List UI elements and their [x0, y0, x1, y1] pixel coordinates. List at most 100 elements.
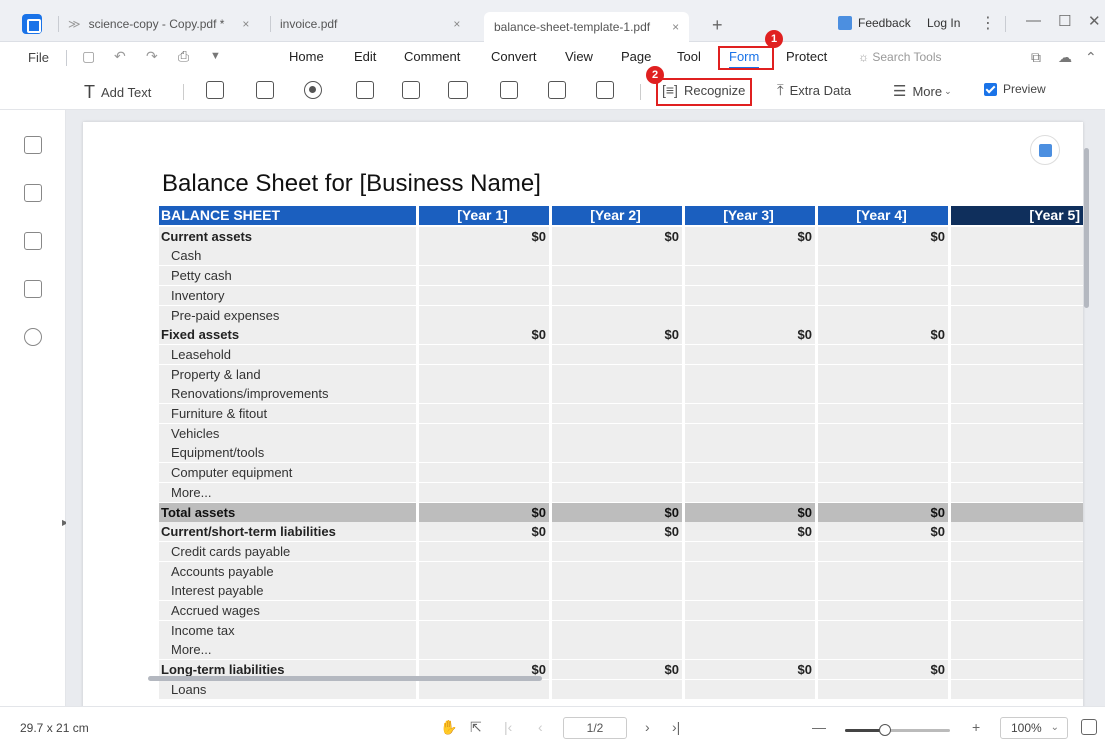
preview-toggle[interactable]: Preview [984, 82, 1046, 96]
comment-icon[interactable] [24, 232, 42, 250]
combo-box-icon[interactable] [356, 81, 374, 99]
table-row: Credit cards payable [159, 541, 1083, 561]
value-cell: $0 [419, 522, 549, 542]
table-row: Accounts payable [159, 561, 1083, 581]
zoom-slider-handle[interactable] [878, 724, 891, 736]
row-label-cell: Computer equipment [159, 463, 416, 483]
minimize-button[interactable]: — [1026, 12, 1041, 29]
new-tab-button[interactable]: + [712, 15, 723, 36]
value-cell [818, 344, 948, 364]
thumbnails-icon[interactable] [24, 136, 42, 154]
separator [58, 16, 59, 32]
more-dropdown-button[interactable]: ☰ More ⌄ [893, 82, 952, 100]
attachment-icon[interactable] [24, 280, 42, 298]
close-tab-icon[interactable]: × [672, 20, 679, 34]
tab-science-copy[interactable]: ≫ science-copy - Copy.pdf * × [68, 11, 249, 37]
add-text-button[interactable]: T Add Text [84, 82, 151, 103]
page-number-input[interactable]: 1/2 [563, 717, 627, 739]
open-external-icon[interactable]: ⧉ [1031, 49, 1041, 66]
next-page-icon[interactable]: › [645, 719, 650, 735]
image-field-icon[interactable] [500, 81, 518, 99]
fit-page-icon[interactable] [1081, 719, 1097, 735]
table-row: More... [159, 640, 1083, 660]
horizontal-scrollbar[interactable] [148, 676, 542, 681]
zoom-out-icon[interactable]: — [812, 719, 826, 735]
value-cell: $0 [685, 522, 815, 542]
more-options-icon[interactable]: ⋮ [980, 13, 996, 33]
button-field-icon[interactable] [448, 81, 468, 99]
date-field-icon[interactable] [596, 81, 614, 99]
list-box-icon[interactable] [402, 81, 420, 99]
previous-page-icon[interactable]: ‹ [538, 719, 543, 735]
close-tab-icon[interactable]: × [242, 17, 249, 31]
value-cell [419, 601, 549, 620]
checkbox-icon[interactable] [256, 81, 274, 99]
menu-convert[interactable]: Convert [491, 49, 537, 64]
zoom-in-icon[interactable]: + [972, 719, 980, 735]
table-row: More... [159, 482, 1083, 502]
select-tool-icon[interactable]: ⇱ [470, 719, 482, 736]
value-cell: $0 [818, 502, 948, 522]
value-cell [552, 561, 682, 581]
document-viewport[interactable]: Balance Sheet for [Business Name] BALANC… [66, 110, 1105, 706]
value-cell [685, 384, 815, 404]
zoom-slider[interactable] [845, 724, 950, 736]
separator [183, 84, 184, 100]
value-cell [685, 541, 815, 561]
tab-balance-sheet[interactable]: balance-sheet-template-1.pdf × [484, 12, 690, 42]
signature-field-icon[interactable] [548, 81, 566, 99]
cloud-upload-icon[interactable]: ☁ [1058, 49, 1072, 66]
feedback-button[interactable]: Feedback [838, 16, 911, 30]
table-row: Inventory [159, 285, 1083, 305]
customize-dropdown-icon[interactable]: ▼ [210, 50, 221, 62]
search-tools[interactable]: ☼ Search Tools [858, 50, 942, 64]
row-label-cell: Accounts payable [159, 561, 416, 581]
menu-view[interactable]: View [565, 49, 593, 64]
menu-file[interactable]: File [28, 50, 49, 65]
search-icon[interactable] [24, 328, 42, 346]
app-logo-icon[interactable] [22, 14, 42, 34]
redo-icon[interactable]: ↷ [146, 48, 158, 65]
menu-home[interactable]: Home [289, 49, 324, 64]
chevron-down-icon: ⌄ [944, 85, 952, 96]
value-cell [951, 285, 1083, 305]
menu-comment[interactable]: Comment [404, 49, 460, 64]
vertical-scrollbar[interactable] [1084, 148, 1089, 308]
maximize-button[interactable]: ☐ [1058, 12, 1071, 30]
print-icon[interactable]: ⎙ [178, 48, 189, 65]
menu-protect[interactable]: Protect [786, 49, 827, 64]
tab-invoice[interactable]: invoice.pdf × [280, 11, 460, 37]
table-header-cell: [Year 3] [685, 206, 815, 225]
table-header-cell: [Year 1] [419, 206, 549, 225]
value-cell [951, 640, 1083, 660]
text-icon: T [84, 82, 95, 102]
radio-button-icon[interactable] [304, 81, 322, 99]
close-window-button[interactable]: ✕ [1088, 12, 1101, 30]
convert-to-word-icon[interactable] [1030, 135, 1060, 165]
step-badge-2: 2 [646, 66, 664, 84]
extra-data-button[interactable]: ⤒ Extra Data [777, 82, 851, 99]
preview-checkbox[interactable] [984, 82, 997, 96]
bookmark-icon[interactable] [24, 184, 42, 202]
table-row: Current/short-term liabilities $0 $0 $0 $0 [159, 522, 1083, 542]
last-page-icon[interactable]: ›| [672, 719, 680, 735]
menu-page[interactable]: Page [621, 49, 651, 64]
value-cell [552, 285, 682, 305]
value-cell [951, 404, 1083, 423]
value-cell [419, 246, 549, 266]
undo-icon[interactable]: ↶ [114, 48, 126, 65]
save-icon[interactable]: ▢ [82, 48, 95, 65]
login-button[interactable]: Log In [927, 16, 960, 30]
value-cell [951, 226, 1083, 246]
lightbulb-icon: ☼ [858, 50, 873, 64]
menu-edit[interactable]: Edit [354, 49, 376, 64]
chevron-down-icon: ≫ [68, 17, 81, 31]
hand-tool-icon[interactable]: ✋ [440, 719, 457, 736]
collapse-ribbon-icon[interactable]: ⌃ [1085, 49, 1097, 66]
close-tab-icon[interactable]: × [453, 17, 460, 31]
first-page-icon[interactable]: |‹ [504, 719, 512, 735]
zoom-level-select[interactable]: 100% ⌄ [1000, 717, 1068, 739]
value-cell [951, 561, 1083, 581]
text-field-icon[interactable] [206, 81, 224, 99]
menu-tool[interactable]: Tool [677, 49, 701, 64]
